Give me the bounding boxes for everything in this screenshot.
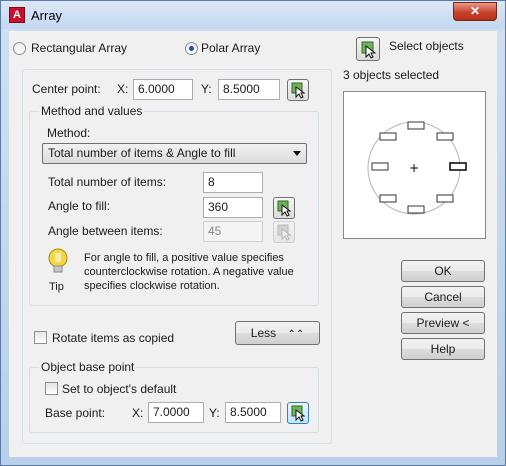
polar-array-radio[interactable]	[185, 42, 198, 55]
tip-text: For angle to fill, a positive value spec…	[84, 252, 294, 292]
pick-angle-disabled-icon	[277, 224, 292, 241]
preview-item	[436, 194, 454, 203]
preview-item	[407, 121, 425, 130]
angle-between-label: Angle between items:	[48, 224, 163, 238]
preview-button[interactable]: Preview <	[401, 312, 485, 334]
close-button[interactable]: ✕	[453, 2, 497, 21]
rotate-items-checkbox[interactable]	[34, 331, 47, 344]
autocad-app-icon: A	[9, 7, 25, 23]
pick-point-icon	[291, 82, 306, 99]
preview-item-source	[449, 162, 467, 171]
base-point-label: Base point:	[45, 406, 106, 420]
pick-angle-fill-button[interactable]	[273, 197, 295, 219]
set-default-checkbox[interactable]	[45, 382, 58, 395]
array-preview-pane: +	[343, 91, 486, 239]
object-base-point-group-label: Object base point	[39, 360, 137, 374]
preview-item	[371, 162, 389, 171]
less-button-label: Less	[250, 326, 277, 340]
total-items-input[interactable]: 8	[203, 172, 263, 193]
method-label: Method:	[47, 126, 91, 140]
window-title: Array	[31, 8, 63, 23]
lightbulb-tip-icon	[48, 248, 68, 273]
center-y-label: Y:	[201, 82, 212, 96]
dialog-client-area: Rectangular Array Polar Array Select obj…	[9, 31, 497, 457]
center-point-label: Center point:	[32, 82, 101, 96]
center-x-input[interactable]: 6.0000	[133, 79, 193, 100]
chevron-down-icon	[293, 151, 301, 156]
method-selected-value: Total number of items & Angle to fill	[48, 146, 236, 160]
tip-label: Tip	[49, 281, 64, 293]
preview-item	[379, 132, 397, 141]
angle-to-fill-input[interactable]: 360	[203, 197, 263, 218]
preview-item	[436, 132, 454, 141]
rotate-items-label[interactable]: Rotate items as copied	[52, 331, 174, 345]
pick-base-point-icon	[291, 405, 306, 422]
chevron-up-double-icon: ⌃⌃	[287, 329, 305, 340]
method-values-group-label: Method and values	[39, 104, 145, 118]
angle-to-fill-label: Angle to fill:	[48, 199, 111, 213]
array-dialog-window: A Array ✕ Rectangular Array Polar Array …	[0, 0, 506, 466]
select-objects-label[interactable]: Select objects	[389, 39, 464, 53]
pick-angle-between-button	[273, 221, 295, 243]
rectangular-array-label[interactable]: Rectangular Array	[31, 41, 127, 55]
preview-item	[379, 194, 397, 203]
preview-item	[407, 205, 425, 214]
less-button[interactable]: Less ⌃⌃	[235, 321, 320, 345]
angle-between-input: 45	[203, 221, 263, 242]
method-dropdown[interactable]: Total number of items & Angle to fill	[42, 143, 307, 164]
polar-array-label[interactable]: Polar Array	[201, 41, 260, 55]
cancel-button[interactable]: Cancel	[401, 286, 485, 308]
help-button[interactable]: Help	[401, 338, 485, 360]
pick-base-point-button[interactable]	[287, 402, 309, 424]
pick-angle-icon	[277, 200, 292, 217]
base-y-input[interactable]: 8.5000	[225, 402, 281, 423]
polar-array-preview: +	[367, 121, 467, 215]
rectangular-array-radio[interactable]	[13, 42, 26, 55]
center-x-label: X:	[117, 82, 129, 96]
ok-button[interactable]: OK	[401, 260, 485, 282]
center-y-input[interactable]: 8.5000	[218, 79, 280, 100]
objects-selected-status: 3 objects selected	[343, 68, 440, 82]
base-x-input[interactable]: 7.0000	[148, 402, 204, 423]
preview-center-marker: +	[409, 161, 419, 175]
object-base-point-group	[29, 367, 319, 433]
polar-settings-panel: Center point: X: 6.0000 Y: 8.5000 Method…	[22, 69, 332, 444]
set-default-label[interactable]: Set to object's default	[62, 382, 176, 396]
title-bar[interactable]: A Array ✕	[1, 1, 505, 29]
select-objects-icon	[361, 41, 377, 59]
base-x-label: X:	[132, 406, 144, 420]
base-y-label: Y:	[209, 406, 220, 420]
pick-center-point-button[interactable]	[287, 79, 309, 101]
total-items-label: Total number of items:	[48, 175, 167, 189]
select-objects-button[interactable]	[356, 37, 380, 61]
